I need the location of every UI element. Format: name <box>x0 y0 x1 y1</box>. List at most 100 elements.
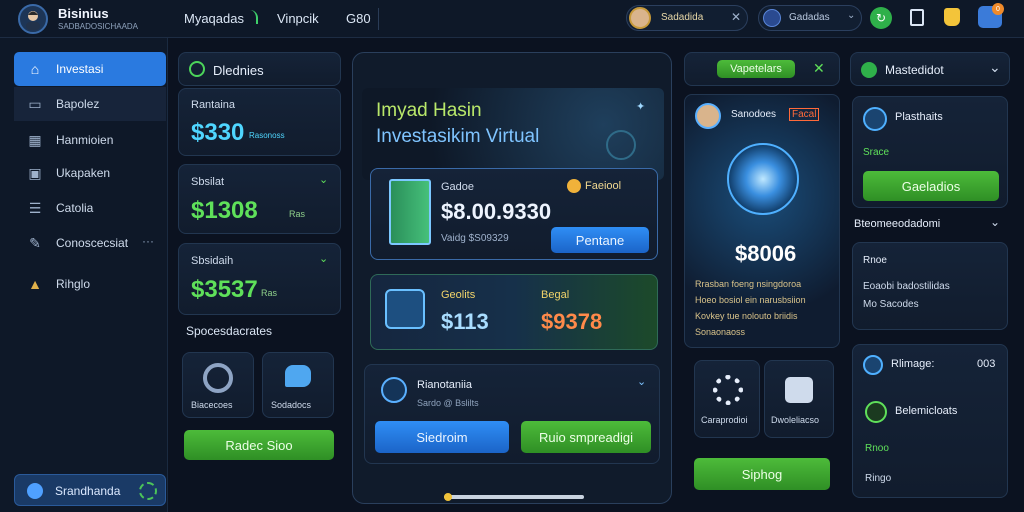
stat-card-label: Sbsilat <box>191 176 225 188</box>
globe-icon <box>381 377 407 403</box>
card-label: Geolits <box>441 289 476 301</box>
chevron-down-icon[interactable]: ⌄ <box>990 215 1000 229</box>
hand-icon[interactable] <box>944 8 960 26</box>
tile-label: Biacecoes <box>191 400 233 410</box>
server-icon <box>389 179 431 245</box>
info-line: Eoaobi badostilidas <box>863 281 950 292</box>
sidebar-item-hanmioien[interactable]: ▦ Hanmioien <box>14 123 166 157</box>
sidebar-footer-label: Srandhanda <box>55 484 121 498</box>
investment-card-1[interactable]: Gadoe Faeiool $8.00.9330 Vaidg $S09329 P… <box>370 168 658 260</box>
user-pill-label: Sadadida <box>661 12 704 23</box>
gaeladios-button[interactable]: Gaeladios <box>863 171 999 201</box>
section-title: Spocesdacrates <box>186 324 273 338</box>
sidebar-item-ukapaken[interactable]: ▣ Ukapaken <box>14 156 166 190</box>
chevron-down-icon[interactable]: ⌄ <box>319 173 328 186</box>
user-tag: Facal <box>789 108 820 121</box>
stat-card-label: Rantaina <box>191 99 236 111</box>
vapetelars-button[interactable]: Vapetelars <box>717 60 795 78</box>
brand-title: Bisinius <box>58 6 109 21</box>
rlimage-card[interactable]: Rlimage: 003 Belemicloats Rnoo Ringo <box>852 344 1008 498</box>
globe-icon <box>763 9 781 27</box>
header-title: Mastedidot <box>885 63 944 77</box>
investment-card-3[interactable]: Rianotaniia ⌄ Sardo @ Bslilts Siedroim R… <box>364 364 660 464</box>
tile-biacecoes[interactable]: Biacecoes <box>182 352 254 418</box>
stat-card-unit: Rasonoss <box>249 131 285 140</box>
ruio-button[interactable]: Ruio smpreadigi <box>521 421 651 453</box>
profile-card[interactable]: Sanodoes Facal $8006 Rrasban foeng nsing… <box>684 94 840 348</box>
left-header[interactable]: Dlednies <box>178 52 341 86</box>
nav-link-2[interactable]: Vinpcik <box>277 11 319 26</box>
leaf-icon <box>861 62 877 78</box>
sidebar-item-rihglo[interactable]: ▲ Rihglo <box>14 267 166 301</box>
desc-line: Sonaonaoss <box>695 327 746 337</box>
pentane-button[interactable]: Pentane <box>551 227 649 253</box>
sidebar-item-conoscecsiat[interactable]: ✎ Conoscecsiat ··· <box>14 226 166 260</box>
vapetelars-header[interactable]: Vapetelars ✕ <box>684 52 840 86</box>
info-line: Rnoe <box>863 255 887 266</box>
notification-badge: 0 <box>992 3 1004 15</box>
tools-icon: ✎ <box>29 234 41 251</box>
shield-icon <box>863 355 883 375</box>
sidebar-item-investasi[interactable]: ⌂ Investasi <box>14 52 166 86</box>
chip-icon <box>863 107 887 131</box>
search-pill-label: Gadadas <box>789 12 830 23</box>
chevron-down-icon[interactable]: ⌄ <box>637 375 646 388</box>
user-pill[interactable]: Sadadida ✕ <box>626 5 748 31</box>
close-icon[interactable]: ✕ <box>731 10 741 24</box>
refresh-icon[interactable]: ↻ <box>870 7 892 29</box>
chevron-down-icon[interactable]: ⌄ <box>989 59 1001 76</box>
nav-link-1[interactable]: Myaqadas <box>184 11 244 26</box>
card-sub: Vaidg $S09329 <box>441 233 509 244</box>
section-title: Bteomeeodadomi <box>854 218 941 230</box>
siedroim-button[interactable]: Siedroim <box>375 421 509 453</box>
desc-line: Kovkey tue nolouto briidis <box>695 311 798 321</box>
info-line: Mo Sacodes <box>863 299 919 310</box>
user-avatar <box>695 103 721 129</box>
document-icon <box>385 289 425 329</box>
brand-avatar[interactable] <box>18 4 48 34</box>
tile-label: Sodadocs <box>271 400 312 410</box>
brand-subtitle: SADBADOSICHAADA <box>58 22 139 31</box>
investment-card-2[interactable]: Geolits $113 Begal $9378 <box>370 274 658 350</box>
sparkle-icon: ✦ <box>636 101 646 113</box>
stat-card-unit: Ras <box>289 209 306 219</box>
mastedidot-header[interactable]: Mastedidot ⌄ <box>850 52 1010 86</box>
shield-icon <box>27 483 43 499</box>
stat-card-3[interactable]: Sbsidaih ⌄ $3537 Ras <box>178 243 341 315</box>
close-icon[interactable]: ✕ <box>813 60 825 77</box>
card-icon: ▣ <box>28 164 42 181</box>
document-icon[interactable] <box>910 9 924 26</box>
card-title: Rlimage: <box>891 358 935 370</box>
plasthaits-card[interactable]: Plasthaits Srace Gaeladios <box>852 96 1008 208</box>
tile-label: Caraprodioi <box>701 415 748 425</box>
card-line: Ringo <box>865 473 892 484</box>
sync-icon <box>139 482 157 500</box>
scroll-dot <box>444 493 452 501</box>
sidebar-item-catolia[interactable]: ☰ Catolia <box>14 191 166 225</box>
gear-icon <box>203 363 233 393</box>
card-title: Plasthaits <box>895 111 943 123</box>
chevron-down-icon: ⌄ <box>847 10 856 21</box>
siphog-button[interactable]: Siphog <box>694 458 830 490</box>
sidebar-item-bapolez[interactable]: ▭ Bapolez <box>14 87 166 121</box>
card-sub: Sardo @ Bslilts <box>417 398 479 408</box>
nav-link-3[interactable]: G80 <box>346 11 371 26</box>
tile-sodadocs[interactable]: Sodadocs <box>262 352 334 418</box>
notification-icon[interactable]: 0 <box>978 3 1004 28</box>
info-card[interactable]: Rnoe Eoaobi badostilidas Mo Sacodes <box>852 242 1008 330</box>
card-tag: Faeiool <box>585 180 622 192</box>
tile-caraprodioi[interactable]: Caraprodioi <box>694 360 760 438</box>
sidebar-footer-button[interactable]: Srandhanda <box>14 474 166 506</box>
stat-card-2[interactable]: Sbsilat ⌄ $1308 Ras <box>178 164 341 234</box>
hero-title: Imyad Hasin <box>376 100 482 121</box>
card-label: Gadoe <box>441 181 475 193</box>
scroll-indicator[interactable] <box>444 495 584 499</box>
search-pill[interactable]: Gadadas ⌄ <box>758 5 862 31</box>
profile-value: $8006 <box>735 241 797 266</box>
stat-card-1[interactable]: Rantaina $330 Rasonoss <box>178 88 341 156</box>
card-value: $113 <box>441 309 489 334</box>
chevron-down-icon[interactable]: ⌄ <box>319 252 328 265</box>
radec-button[interactable]: Radec Sioo <box>184 430 334 460</box>
more-icon[interactable]: ··· <box>142 234 154 248</box>
tile-dwoleliacso[interactable]: Dwoleliacso <box>764 360 834 438</box>
